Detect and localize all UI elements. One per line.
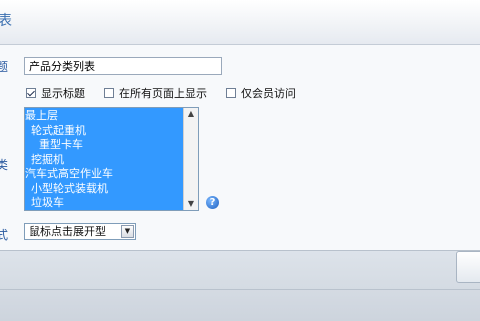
category-field-label: 类 <box>0 158 9 172</box>
scroll-down-icon[interactable]: ▼ <box>184 198 198 210</box>
dialog-footer <box>0 250 480 321</box>
category-item[interactable]: 垃圾车 <box>25 196 185 210</box>
category-item[interactable]: 小型轮式装载机 <box>25 182 185 197</box>
footer-divider <box>0 289 480 290</box>
members-only-check-box[interactable] <box>226 88 236 98</box>
window-title: 表 <box>0 13 12 29</box>
category-item[interactable]: 轮式起重机 <box>25 124 185 139</box>
category-item[interactable]: 重型卡车 <box>25 138 185 153</box>
all-pages-check-box[interactable] <box>104 88 114 98</box>
show-title-label: 显示标题 <box>41 87 85 100</box>
scroll-up-icon[interactable]: ▲ <box>184 108 198 120</box>
category-item[interactable]: 汽车式高空作业车 <box>25 167 185 182</box>
title-field-label: 题 <box>0 60 9 74</box>
style-select[interactable]: 鼠标点击展开型 ▼ <box>24 223 136 240</box>
style-field-label: 式 <box>0 228 9 242</box>
style-select-value: 鼠标点击展开型 <box>29 225 106 238</box>
all-pages-label: 在所有页面上显示 <box>119 87 207 100</box>
category-listbox[interactable]: 最上层 轮式起重机 重型卡车 挖掘机 汽车式高空作业车 小型轮式装载机 垃圾车 … <box>24 107 199 211</box>
window-titlebar: 表 <box>0 0 480 45</box>
category-scrollbar[interactable]: ▲ ▼ <box>183 108 198 210</box>
help-icon[interactable]: ? <box>206 196 219 209</box>
chevron-down-icon[interactable]: ▼ <box>121 225 134 238</box>
category-item[interactable]: 挖掘机 <box>25 153 185 168</box>
show-title-checkbox[interactable]: 显示标题 <box>26 86 85 100</box>
members-only-checkbox[interactable]: 仅会员访问 <box>226 86 296 100</box>
title-input[interactable] <box>24 57 222 75</box>
show-title-check-box[interactable] <box>26 88 36 98</box>
all-pages-checkbox[interactable]: 在所有页面上显示 <box>104 86 207 100</box>
members-only-label: 仅会员访问 <box>241 87 296 100</box>
footer-button[interactable] <box>456 251 480 283</box>
category-item[interactable]: 最上层 <box>25 109 185 124</box>
